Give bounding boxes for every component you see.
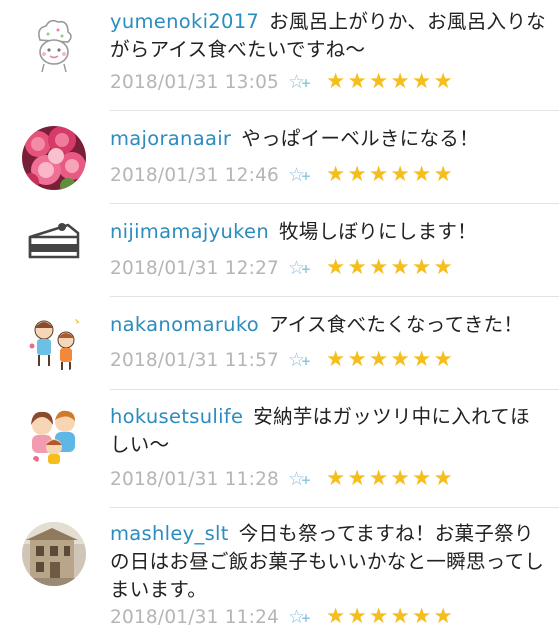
timestamp: 2018/01/31 11:57 [110,349,280,371]
add-star-button[interactable]: ☆ + [288,254,318,282]
avatar[interactable] [22,522,86,586]
star-icon: ★ [390,347,410,372]
star-icon: ★ [369,466,389,491]
chef-character-icon [22,12,86,76]
avatar[interactable] [22,12,86,76]
username-link[interactable]: nakanomaruko [110,313,259,336]
star-icon: ★ [412,604,432,629]
comment-message: やっぱイーベルきになる！ [241,127,479,150]
star-icon: ★ [369,604,389,629]
star-rating: ★ ★ ★ ★ ★ ★ [325,161,454,189]
star-rating: ★ ★ ★ ★ ★ ★ [325,603,454,631]
plus-icon: + [301,76,312,90]
divider [110,389,559,390]
star-icon: ★ [390,255,410,280]
comment-text: mashley_slt 今日も祭ってますね！お菓子祭りの日はお昼ご飯お菓子もいいか… [110,520,547,604]
star-icon: ★ [412,466,432,491]
avatar[interactable] [22,207,86,271]
star-rating: ★ ★ ★ ★ ★ ★ [325,346,454,374]
star-icon: ★ [326,69,346,94]
username-link[interactable]: nijimamajyuken [110,220,269,243]
star-icon: ★ [347,255,367,280]
username-link[interactable]: yumenoki2017 [110,10,259,33]
plus-icon: + [301,354,312,368]
star-icon: ★ [369,347,389,372]
comment-text: nakanomaruko アイス食べたくなってきた！ [110,311,547,339]
star-icon: ★ [369,69,389,94]
timestamp: 2018/01/31 11:24 [110,606,280,628]
timestamp: 2018/01/31 13:05 [110,71,280,93]
comment-feed: yumenoki2017 お風呂上がりか、お風呂入りながらアイス食べたいですね〜 … [0,0,559,640]
divider [110,110,559,111]
plus-icon: + [301,611,312,625]
timestamp: 2018/01/31 12:27 [110,257,280,279]
add-star-button[interactable]: ☆ + [288,346,318,374]
star-icon: ★ [347,69,367,94]
star-icon: ★ [390,69,410,94]
timestamp: 2018/01/31 11:28 [110,468,280,490]
star-icon: ★ [433,604,453,629]
star-icon: ★ [347,604,367,629]
comment-text: yumenoki2017 お風呂上がりか、お風呂入りながらアイス食べたいですね〜 [110,8,547,64]
timestamp: 2018/01/31 12:46 [110,164,280,186]
avatar[interactable]: ★ [22,310,86,374]
star-icon: ★ [390,162,410,187]
star-rating: ★ ★ ★ ★ ★ ★ [325,254,454,282]
star-icon: ★ [412,255,432,280]
star-icon: ★ [412,162,432,187]
star-icon: ★ [326,466,346,491]
children-illustration-icon: ★ [22,310,86,374]
star-icon: ★ [433,255,453,280]
comment-text: hokusetsulife 安納芋はガッツリ中に入れてほしい〜 [110,403,547,459]
add-star-button[interactable]: ☆ + [288,68,318,96]
svg-text:★: ★ [74,316,83,327]
miniature-house-icon [22,522,86,586]
star-rating: ★ ★ ★ ★ ★ ★ [325,465,454,493]
comment-text: majoranaair やっぱイーベルきになる！ [110,125,547,153]
plus-icon: + [301,473,312,487]
plus-icon: + [301,262,312,276]
username-link[interactable]: mashley_slt [110,522,229,545]
comment-text: nijimamajyuken 牧場しぼりにします！ [110,218,547,246]
pink-roses-icon [22,126,86,190]
divider [110,296,559,297]
star-icon: ★ [433,466,453,491]
star-icon: ★ [347,466,367,491]
star-icon: ★ [390,466,410,491]
star-icon: ★ [326,162,346,187]
star-icon: ★ [347,162,367,187]
star-icon: ★ [369,162,389,187]
star-icon: ★ [433,69,453,94]
family-illustration-icon [22,403,86,467]
star-icon: ★ [326,347,346,372]
add-star-button[interactable]: ☆ + [288,465,318,493]
star-icon: ★ [433,347,453,372]
star-icon: ★ [412,69,432,94]
comment-message: アイス食べたくなってきた！ [268,313,524,336]
comment-message: 牧場しぼりにします！ [278,220,477,243]
star-icon: ★ [369,255,389,280]
avatar[interactable] [22,403,86,467]
username-link[interactable]: majoranaair [110,127,231,150]
star-icon: ★ [433,162,453,187]
add-star-button[interactable]: ☆ + [288,161,318,189]
cake-slice-icon [22,207,86,271]
star-icon: ★ [326,255,346,280]
username-link[interactable]: hokusetsulife [110,405,243,428]
avatar[interactable] [22,126,86,190]
star-icon: ★ [347,347,367,372]
star-icon: ★ [326,604,346,629]
plus-icon: + [301,169,312,183]
star-icon: ★ [390,604,410,629]
add-star-button[interactable]: ☆ + [288,603,318,631]
star-rating: ★ ★ ★ ★ ★ ★ [325,68,454,96]
divider [110,203,559,204]
divider [110,507,559,508]
star-icon: ★ [412,347,432,372]
